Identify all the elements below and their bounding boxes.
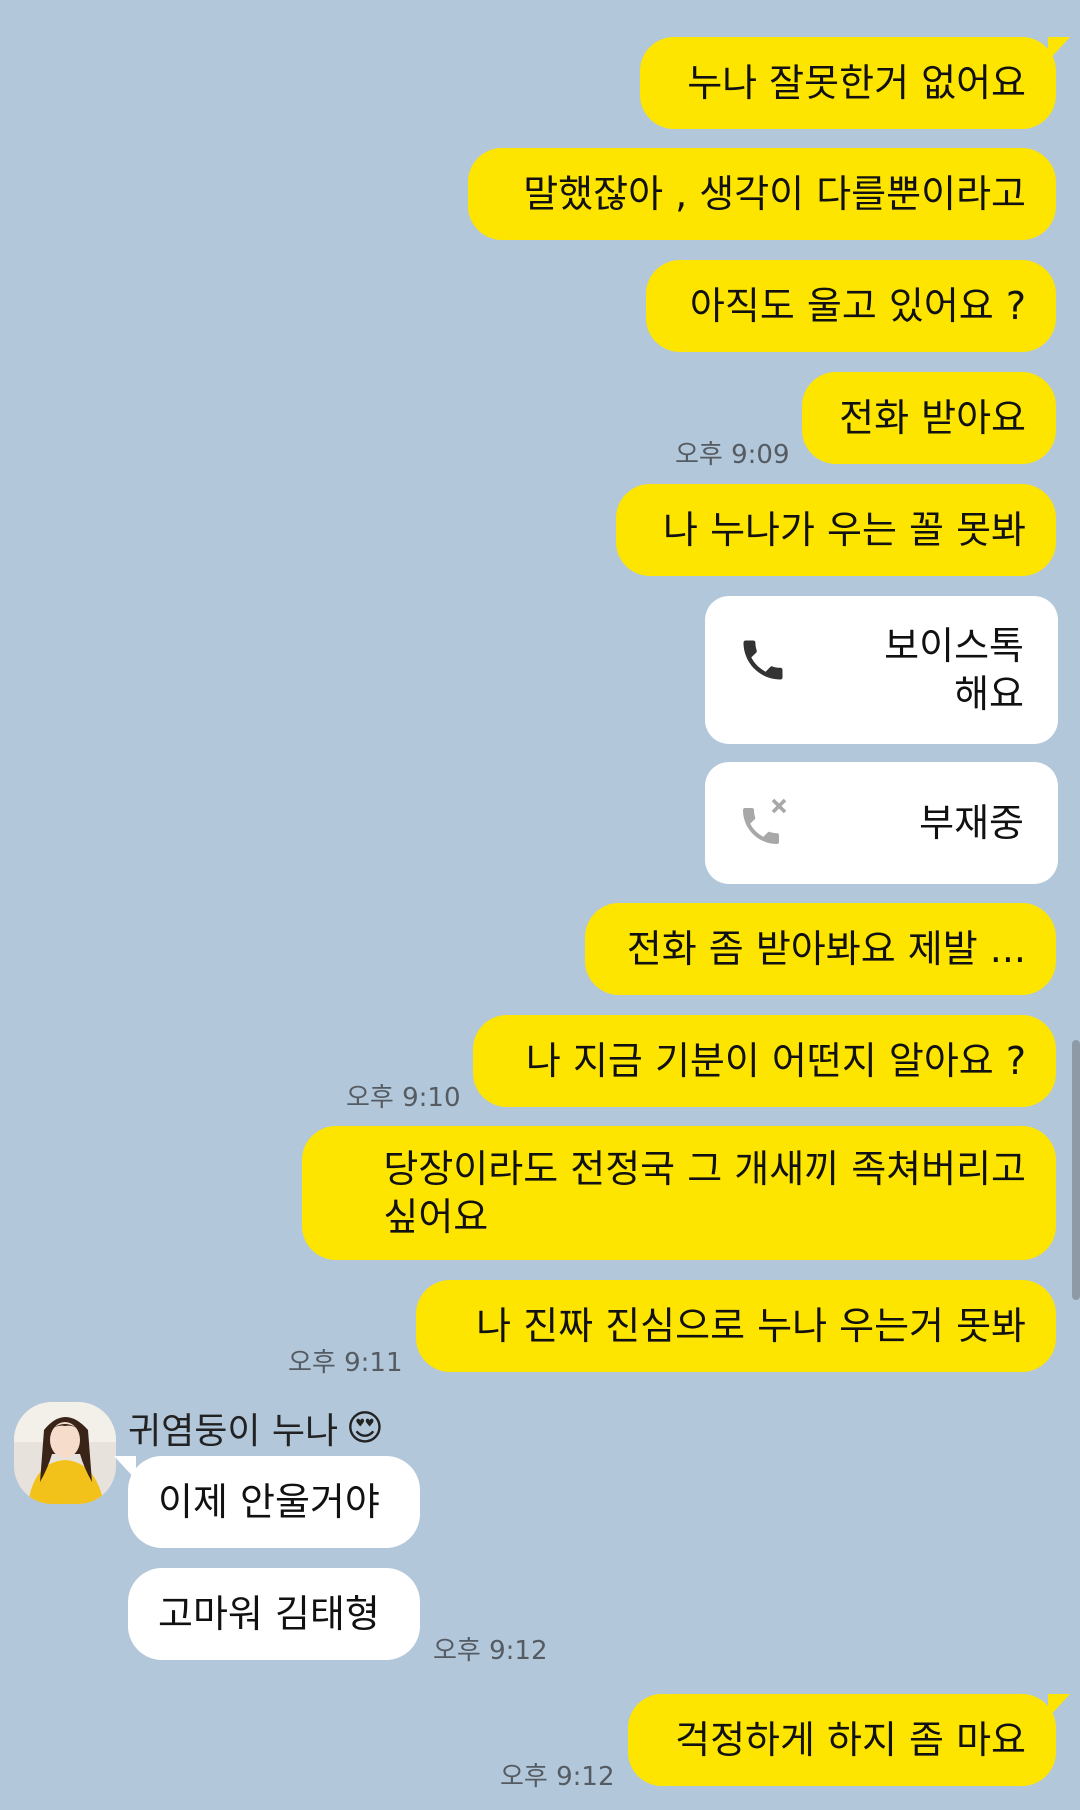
- outgoing-message[interactable]: 당장이라도 전정국 그 개새끼 족쳐버리고 싶어요: [302, 1126, 1056, 1260]
- message-text: 나 진짜 진심으로 누나 우는거 못봐: [476, 1304, 1026, 1348]
- friend-avatar[interactable]: [14, 1402, 116, 1504]
- outgoing-message[interactable]: 나 누나가 우는 꼴 못봐: [616, 484, 1056, 576]
- voice-talk-label: 보이스톡 해요: [884, 624, 1024, 716]
- message-text: 전화 받아요: [839, 396, 1026, 440]
- outgoing-message[interactable]: 누나 잘못한거 없어요: [640, 37, 1070, 129]
- profile-photo: [14, 1402, 116, 1504]
- message-text: 고마워 김태형: [158, 1592, 380, 1636]
- message-text: 아직도 울고 있어요 ?: [689, 284, 1026, 328]
- heart-eyes-emoji: 😍: [346, 1407, 384, 1449]
- friend-name-row: 귀염둥이 누나 😍: [128, 1402, 384, 1454]
- message-text: 당장이라도 전정국 그 개새끼 족쳐버리고 싶어요: [383, 1147, 1026, 1239]
- missed-call-label: 부재중: [919, 801, 1024, 845]
- outgoing-message[interactable]: 전화 좀 받아봐요 제발 ...: [585, 903, 1056, 995]
- outgoing-message[interactable]: 나 지금 기분이 어떤지 알아요 ?: [473, 1015, 1056, 1107]
- scrollbar[interactable]: [1072, 1040, 1080, 1300]
- timestamp: 오후 9:12: [500, 1762, 615, 1792]
- message-text: 말했잖아 , 생각이 다를뿐이라고: [523, 172, 1026, 216]
- timestamp: 오후 9:11: [288, 1348, 403, 1378]
- friend-name: 귀염둥이 누나: [128, 1411, 339, 1452]
- timestamp: 오후 9:12: [433, 1636, 548, 1666]
- message-text: 나 누나가 우는 꼴 못봐: [663, 508, 1026, 552]
- missed-call-icon: [743, 798, 787, 844]
- incoming-message[interactable]: 이제 안울거야: [114, 1456, 420, 1548]
- message-text: 전화 좀 받아봐요 제발 ...: [626, 927, 1026, 971]
- incoming-message[interactable]: 고마워 김태형: [128, 1568, 420, 1660]
- message-text: 나 지금 기분이 어떤지 알아요 ?: [525, 1039, 1026, 1083]
- outgoing-message[interactable]: 말했잖아 , 생각이 다를뿐이라고: [468, 148, 1056, 240]
- message-text: 누나 잘못한거 없어요: [687, 61, 1026, 105]
- voice-talk-card[interactable]: 보이스톡 해요: [705, 596, 1058, 744]
- phone-icon: [743, 640, 783, 680]
- outgoing-message[interactable]: 아직도 울고 있어요 ?: [646, 260, 1056, 352]
- outgoing-message[interactable]: 나 진짜 진심으로 누나 우는거 못봐: [416, 1280, 1056, 1372]
- missed-call-card[interactable]: 부재중: [705, 762, 1058, 884]
- outgoing-message[interactable]: 걱정하게 하지 좀 마요: [628, 1694, 1070, 1786]
- timestamp: 오후 9:09: [675, 440, 790, 470]
- message-text: 걱정하게 하지 좀 마요: [675, 1718, 1026, 1762]
- timestamp: 오후 9:10: [346, 1083, 461, 1113]
- outgoing-message[interactable]: 전화 받아요: [802, 372, 1056, 464]
- message-text: 이제 안울거야: [158, 1480, 380, 1524]
